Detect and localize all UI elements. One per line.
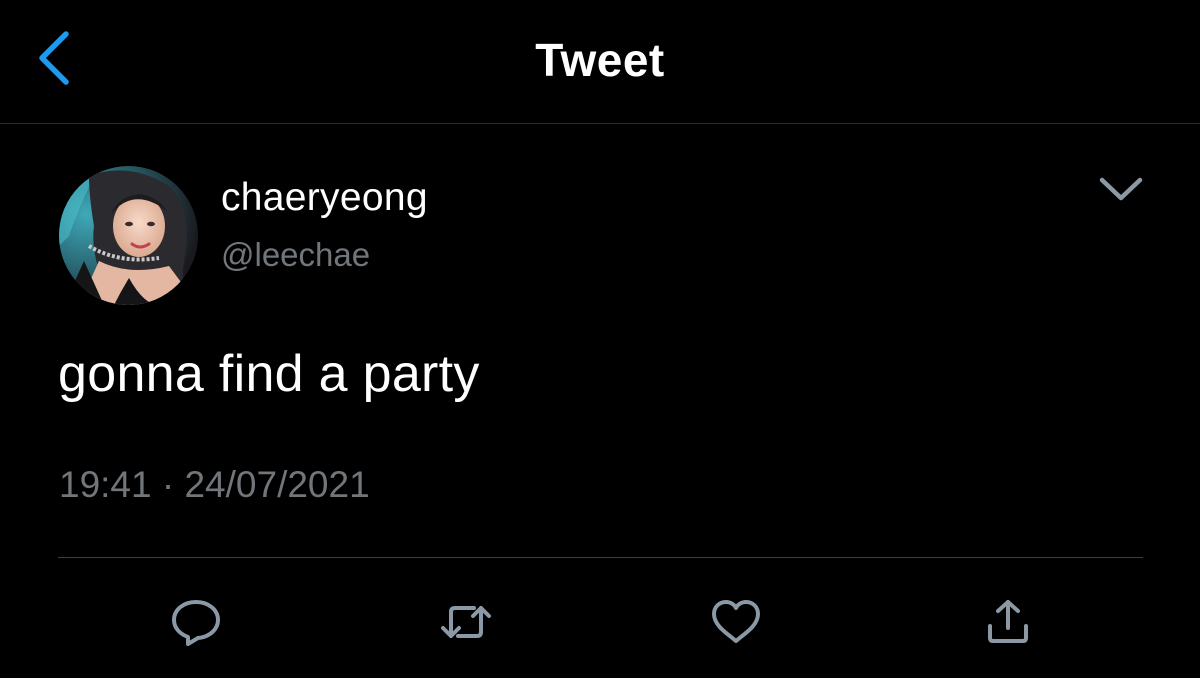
chevron-down-icon xyxy=(1099,177,1143,201)
tweet-text: gonna find a party xyxy=(58,345,480,403)
author-display-name[interactable]: chaeryeong xyxy=(221,174,428,222)
share-icon xyxy=(988,600,1028,643)
avatar[interactable] xyxy=(59,166,198,305)
reply-button[interactable] xyxy=(168,596,224,648)
timestamp-separator: · xyxy=(161,464,175,505)
share-button[interactable] xyxy=(980,596,1036,648)
top-bar: Tweet xyxy=(0,0,1200,124)
tweet-date: 24/07/2021 xyxy=(184,464,370,505)
retweet-button[interactable] xyxy=(438,596,494,648)
speech-bubble-icon xyxy=(172,600,220,646)
tweet-timestamp: 19:41 · 24/07/2021 xyxy=(59,462,370,508)
more-options-button[interactable] xyxy=(1096,170,1146,210)
page-title: Tweet xyxy=(535,34,665,86)
heart-icon xyxy=(712,600,760,643)
author-handle[interactable]: @leechae xyxy=(221,233,370,277)
divider xyxy=(58,557,1143,558)
retweet-icon xyxy=(441,606,491,638)
like-button[interactable] xyxy=(708,596,764,648)
tweet-time: 19:41 xyxy=(59,464,152,505)
avatar-photo xyxy=(59,166,198,305)
